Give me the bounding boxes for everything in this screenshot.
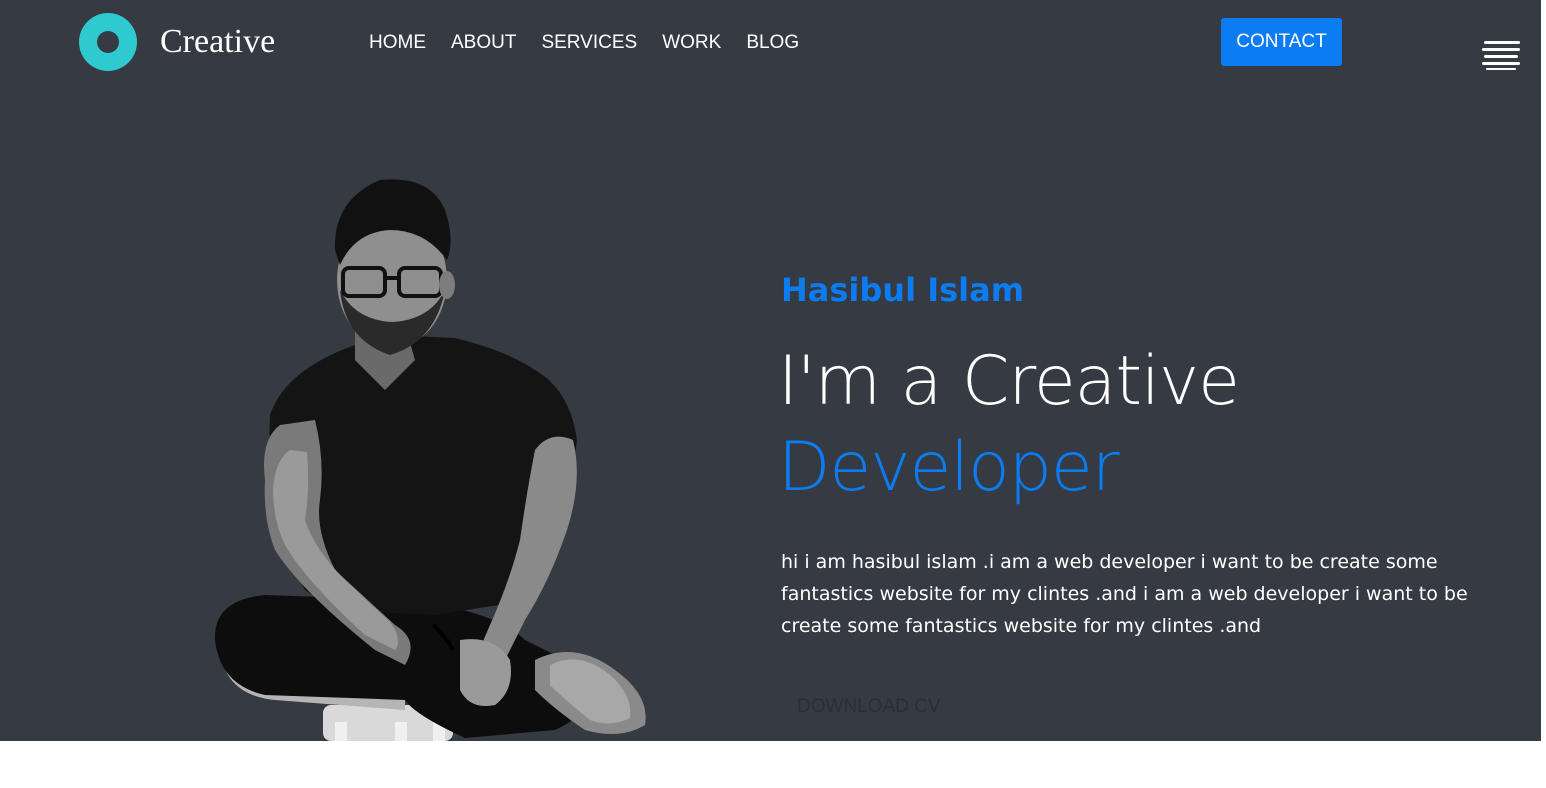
nav-link-services[interactable]: SERVICES (541, 30, 637, 56)
hero-section: Creative HOME ABOUT SERVICES WORK BLOG C… (0, 0, 1541, 741)
contact-button[interactable]: CONTACT (1221, 18, 1342, 66)
download-cv-button[interactable]: DOWNLOAD CV (781, 687, 961, 727)
hero-headline: I'm a Creative Developer (778, 339, 1240, 511)
main-nav: HOME ABOUT SERVICES WORK BLOG (369, 30, 799, 56)
hero-subtitle: Hasibul Islam (781, 271, 1025, 309)
nav-item-work: WORK (662, 30, 721, 56)
hamburger-icon[interactable] (1482, 41, 1522, 71)
headline-line-2: Developer (778, 428, 1120, 507)
hero-bio: hi i am hasibul islam .i am a web develo… (781, 551, 1468, 637)
nav-link-about[interactable]: ABOUT (451, 30, 516, 56)
nav-item-about: ABOUT (451, 30, 516, 56)
nav-item-blog: BLOG (746, 30, 799, 56)
ring-logo-icon[interactable] (79, 13, 137, 71)
portrait-photo (214, 179, 646, 741)
nav-link-blog[interactable]: BLOG (746, 30, 799, 56)
nav-link-home[interactable]: HOME (369, 30, 426, 56)
nav-item-services: SERVICES (541, 30, 637, 56)
brand-name[interactable]: Creative (160, 20, 275, 64)
nav-link-work[interactable]: WORK (662, 30, 721, 56)
right-edge (1541, 0, 1546, 741)
nav-item-home: HOME (369, 30, 426, 56)
headline-line-1: I'm a Creative (778, 342, 1240, 421)
